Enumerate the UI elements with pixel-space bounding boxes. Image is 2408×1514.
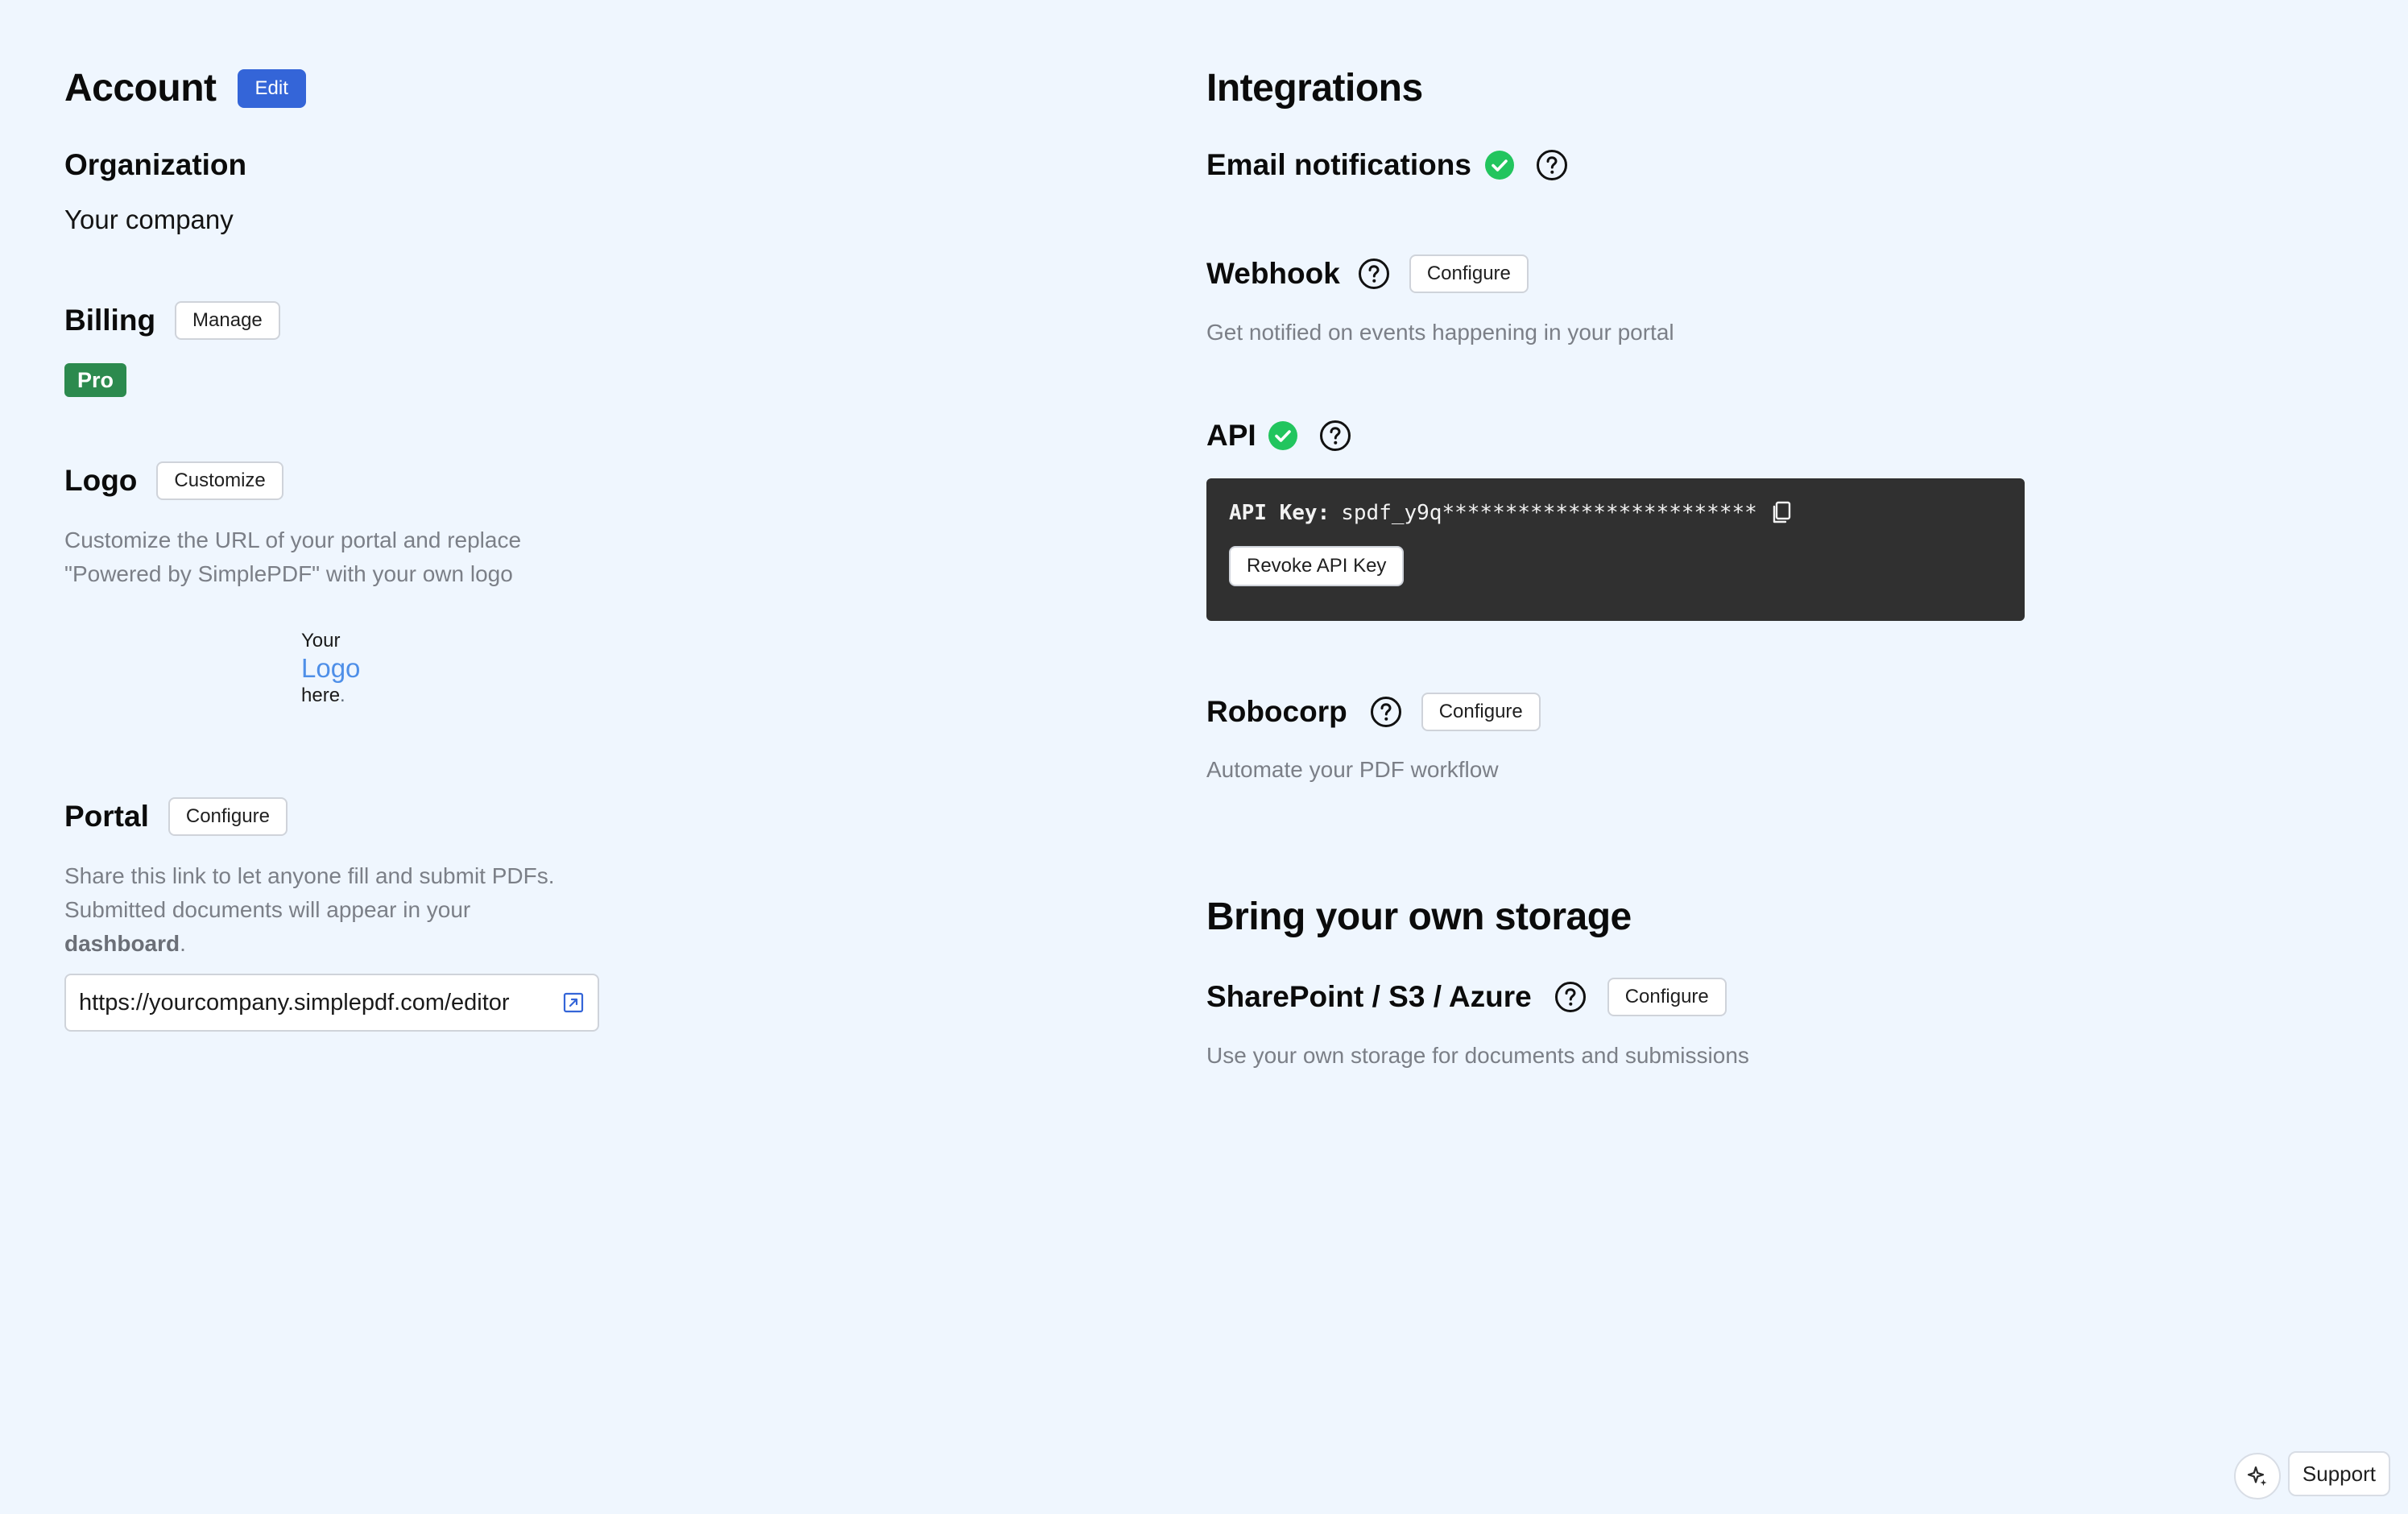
configure-robocorp-button[interactable]: Configure <box>1421 693 1541 731</box>
sparkle-icon <box>2247 1466 2267 1486</box>
api-key-value: spdf_y9q************************* <box>1341 501 1757 525</box>
api-key-panel: API Key: spdf_y9q***********************… <box>1206 478 2025 621</box>
logo-placeholder-line-2: Logo <box>301 653 361 683</box>
logo-description-line-1: Customize the URL of your portal and rep… <box>64 527 522 552</box>
check-circle-icon <box>1484 151 1514 180</box>
logo-heading: Logo <box>64 464 138 497</box>
account-header: Account Edit <box>64 66 306 110</box>
configure-storage-button[interactable]: Configure <box>1607 978 1727 1016</box>
robocorp-heading: Robocorp <box>1206 695 1347 728</box>
integrations-title: Integrations <box>1206 67 1423 110</box>
organization-value: Your company <box>64 205 234 234</box>
storage-provider-heading: SharePoint / S3 / Azure <box>1206 980 1532 1013</box>
storage-description: Use your own storage for documents and s… <box>1206 1043 1749 1068</box>
portal-url-field[interactable]: https://yourcompany.simplepdf.com/editor <box>64 974 599 1032</box>
portal-header: Portal Configure <box>64 797 288 836</box>
logo-description-line-2: "Powered by SimplePDF" with your own log… <box>64 561 513 586</box>
help-circle-icon[interactable] <box>1358 258 1390 290</box>
ai-assistant-button[interactable] <box>2234 1453 2281 1500</box>
edit-account-button[interactable]: Edit <box>237 68 306 108</box>
help-circle-icon[interactable] <box>1554 981 1587 1013</box>
webhook-description: Get notified on events happening in your… <box>1206 320 1674 345</box>
organization-heading: Organization <box>64 148 247 181</box>
logo-description: Customize the URL of your portal and rep… <box>64 523 628 591</box>
billing-header: Billing Manage <box>64 301 280 340</box>
configure-webhook-button[interactable]: Configure <box>1409 254 1529 293</box>
logo-placeholder-dot: . <box>340 685 345 706</box>
support-button[interactable]: Support <box>2287 1451 2390 1496</box>
logo-header: Logo Customize <box>64 461 283 500</box>
billing-heading: Billing <box>64 304 156 337</box>
webhook-header: Webhook Configure <box>1206 254 1529 293</box>
api-header: API <box>1206 419 1351 453</box>
dashboard-link[interactable]: dashboard <box>64 931 180 956</box>
portal-description-line-1: Share this link to let anyone fill and s… <box>64 863 555 888</box>
configure-portal-button[interactable]: Configure <box>168 797 288 836</box>
help-circle-icon[interactable] <box>1536 149 1568 181</box>
api-key-line: API Key: spdf_y9q***********************… <box>1229 501 2002 525</box>
portal-description-line-2: Submitted documents will appear in your <box>64 897 471 922</box>
robocorp-header: Robocorp Configure <box>1206 693 1541 731</box>
portal-description-end: . <box>180 931 186 956</box>
api-key-label: API Key: <box>1229 501 1330 525</box>
email-notifications-header: Email notifications <box>1206 148 1568 182</box>
portal-url-text: https://yourcompany.simplepdf.com/editor <box>79 989 510 1016</box>
logo-placeholder-line-1: Your <box>301 630 341 652</box>
customize-logo-button[interactable]: Customize <box>156 461 283 500</box>
plan-badge: Pro <box>64 363 127 397</box>
revoke-api-key-button[interactable]: Revoke API Key <box>1229 546 1405 586</box>
check-circle-icon <box>1268 421 1297 450</box>
copy-icon[interactable] <box>1770 501 1793 525</box>
portal-heading: Portal <box>64 800 149 833</box>
api-heading: API <box>1206 419 1256 452</box>
plan-badge-label: Pro <box>64 363 127 397</box>
help-circle-icon[interactable] <box>1319 420 1351 452</box>
robocorp-description: Automate your PDF workflow <box>1206 757 1499 782</box>
webhook-heading: Webhook <box>1206 257 1340 290</box>
help-circle-icon[interactable] <box>1370 696 1402 728</box>
storage-provider-header: SharePoint / S3 / Azure Configure <box>1206 978 1727 1016</box>
logo-placeholder-line-3: here <box>301 685 341 706</box>
external-link-icon[interactable] <box>562 991 585 1014</box>
manage-billing-button[interactable]: Manage <box>175 301 280 340</box>
logo-placeholder: Your Logo here. <box>301 627 360 709</box>
email-notifications-heading: Email notifications <box>1206 148 1471 181</box>
account-title: Account <box>64 67 217 110</box>
storage-title: Bring your own storage <box>1206 896 1632 938</box>
portal-description: Share this link to let anyone fill and s… <box>64 859 676 961</box>
